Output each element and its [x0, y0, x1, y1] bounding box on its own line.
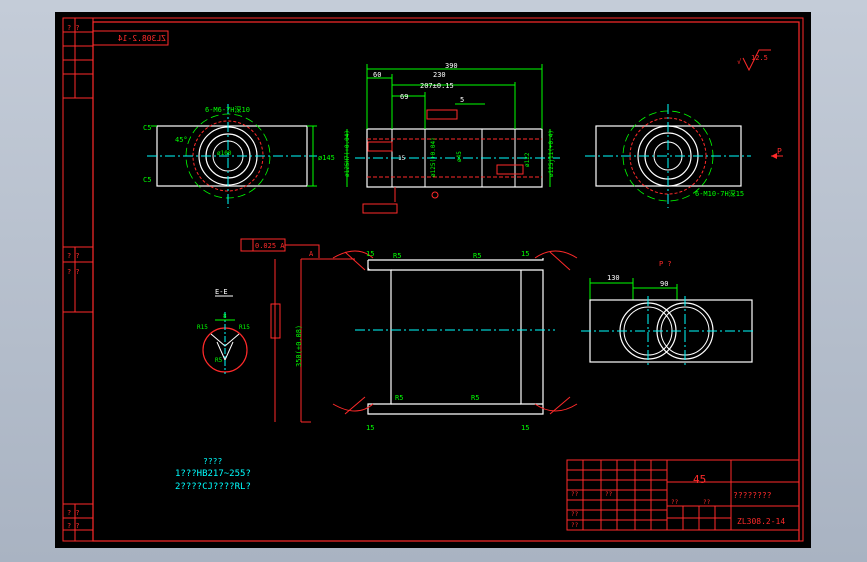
front-dim-230: 230 — [433, 71, 446, 79]
center-dim-4: R5 — [473, 252, 481, 260]
section-view — [202, 295, 248, 374]
datum-a: A — [309, 250, 314, 258]
side-mark-3: ? ? — [67, 268, 80, 276]
left-dim-bore: ø100 — [217, 150, 232, 157]
center-dim-2: R5 — [393, 252, 401, 260]
left-dim-c5-bottom: C5 — [143, 176, 151, 184]
tb-cell-1: ?? — [571, 491, 579, 498]
front-dim-69: 69 — [400, 93, 408, 101]
side-dim-350: 350(+0.08) — [295, 325, 303, 367]
front-dim-390: 390 — [445, 62, 458, 70]
p-view — [581, 278, 755, 367]
left-view-label: 6-M6-7H深10 — [205, 105, 250, 114]
note-1: 1???HB217~255? — [175, 469, 251, 479]
note-2: 2????CJ????RL? — [175, 482, 251, 492]
left-dim-dia: ø145 — [318, 154, 335, 162]
left-end-view — [147, 104, 317, 208]
center-dim-3: 15 — [521, 250, 529, 258]
front-bore-1: ø125H7(+0.04) — [344, 130, 351, 177]
section-dim-r15b: R15 — [239, 324, 250, 331]
pview-dim-130: 130 — [607, 274, 620, 282]
cad-window: ? ? ? ? ? ? ? ? ? ? ZL308.2-14 √ 12.5 6-… — [0, 0, 867, 562]
tb-cell-5: ?? — [671, 499, 679, 506]
side-mark-5: ? ? — [67, 522, 80, 530]
tb-cell-4: ?? — [605, 491, 613, 498]
section-dim-8: 8 — [223, 313, 227, 320]
center-dim-5: 15 — [366, 424, 374, 432]
pview-dim-90: 90 — [660, 280, 668, 288]
side-mark-1: ? ? — [67, 24, 80, 32]
front-bore-4: ø122 — [524, 152, 531, 167]
center-dim-8: R5 — [471, 394, 479, 402]
section-dim-r5: R5 — [215, 357, 223, 364]
center-dim-6: 15 — [521, 424, 529, 432]
inner-frame — [92, 21, 800, 542]
tb-cell-6: ?? — [703, 499, 711, 506]
view-arrow-p: P — [777, 147, 782, 156]
side-mark-2: ? ? — [67, 252, 80, 260]
material: 45 — [693, 473, 706, 486]
code-top: ZL308.2-14 — [118, 34, 166, 43]
front-bore-5: ø125j11(+0.4) — [548, 130, 555, 177]
tolerance-frame-text: 0.025 A — [255, 242, 285, 250]
right-end-view — [585, 104, 783, 208]
front-bore-3: ø45 — [456, 151, 463, 162]
part-name: ???????? — [733, 491, 772, 500]
front-dim-60: 60 — [373, 71, 381, 79]
pview-title: P ? — [659, 260, 672, 268]
section-label: E-E — [215, 288, 228, 296]
section-dim-r15a: R15 — [197, 324, 208, 331]
drawing-svg: ? ? ? ? ? ? ? ? ? ? ZL308.2-14 √ 12.5 6-… — [62, 17, 804, 542]
right-view-label: 6-M10-7H深15 — [695, 189, 744, 198]
tb-cell-2: ?? — [571, 511, 579, 518]
front-dim-15: 15 — [398, 155, 406, 162]
center-dim-7: R5 — [395, 394, 403, 402]
side-mark-4: ? ? — [67, 509, 80, 517]
front-bore-2: ø125(+0.04) — [430, 137, 437, 177]
roughness-mark: √ — [737, 58, 742, 66]
code-block: ZL308.2-14 — [737, 517, 785, 526]
center-view — [270, 250, 578, 423]
center-dim-1: 15 — [366, 250, 374, 258]
front-dim-207: 207±0.15 — [420, 82, 454, 90]
drawing-canvas[interactable]: ? ? ? ? ? ? ? ? ? ? ZL308.2-14 √ 12.5 6-… — [55, 12, 811, 548]
left-margin-boxes — [62, 17, 94, 542]
outer-frame — [62, 17, 804, 542]
front-dim-5: 5 — [460, 96, 464, 104]
left-dim-c5-top: C5 — [143, 124, 151, 132]
tb-cell-3: ?? — [571, 522, 579, 529]
left-dim-angle: 45° — [175, 136, 188, 144]
notes-title: ???? — [203, 457, 222, 466]
